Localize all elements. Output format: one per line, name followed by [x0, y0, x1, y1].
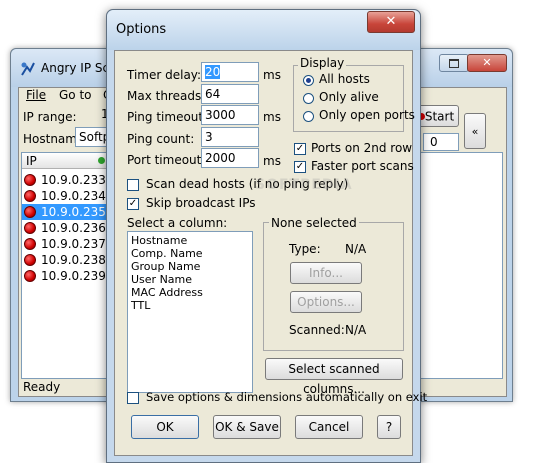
- column-list-item[interactable]: Comp. Name: [131, 247, 203, 260]
- help-button[interactable]: ?: [377, 415, 401, 439]
- options-button[interactable]: Options...: [290, 291, 362, 313]
- none-selected-title: None selected: [269, 216, 359, 230]
- ping-timeout-label: Ping timeout:: [127, 110, 208, 124]
- menu-goto[interactable]: Go to: [59, 88, 92, 102]
- ping-count-label: Ping count:: [127, 132, 195, 146]
- skip-broadcast-checkbox[interactable]: ✓: [127, 198, 139, 210]
- sort-icon: [98, 157, 105, 164]
- softpedia-watermark: SOFTPEDIA: [255, 177, 353, 193]
- ip-cell: 10.9.0.233: [41, 173, 106, 187]
- dead-host-icon: [24, 190, 36, 202]
- ping-timeout-input[interactable]: 3000: [201, 105, 259, 125]
- radio-only-open-ports-label[interactable]: Only open ports: [319, 108, 415, 122]
- columns-listbox[interactable]: Hostname Comp. Name Group Name User Name MAC…: [127, 231, 253, 393]
- port-timeout-label: Port timeout:: [127, 153, 206, 167]
- table-row[interactable]: 10.9.0.235: [22, 204, 108, 220]
- start-label: Start: [424, 109, 455, 124]
- radio-all-hosts-label[interactable]: All hosts: [319, 72, 370, 86]
- radio-only-alive-label[interactable]: Only alive: [319, 90, 379, 104]
- app-icon: [20, 61, 36, 77]
- menu-file[interactable]: File: [26, 88, 46, 102]
- cancel-button[interactable]: Cancel: [295, 415, 363, 439]
- info-button[interactable]: Info...: [290, 262, 362, 284]
- ip-cell: 10.9.0.239: [41, 269, 106, 283]
- ip-range-label: IP range:: [23, 110, 77, 124]
- list-header[interactable]: IP: [22, 153, 108, 169]
- dead-host-icon: [24, 222, 36, 234]
- max-threads-input[interactable]: 64: [201, 84, 259, 104]
- counter-field: 0: [423, 133, 459, 151]
- double-chevron-icon: «: [471, 125, 479, 138]
- radio-all-hosts[interactable]: [303, 75, 314, 86]
- ip-cell: 10.9.0.237: [41, 237, 106, 251]
- columns-list-items: Hostname Comp. Name Group Name User Name MAC…: [131, 234, 203, 312]
- close-icon[interactable]: ✕: [367, 11, 415, 33]
- select-column-label: Select a column:: [127, 216, 228, 230]
- max-threads-label: Max threads:: [127, 89, 206, 103]
- radio-only-alive[interactable]: [303, 93, 314, 104]
- ok-button[interactable]: OK: [131, 415, 199, 439]
- bg-close-icon[interactable]: ✕: [467, 54, 507, 72]
- scanned-value: N/A: [345, 323, 367, 337]
- table-row[interactable]: 10.9.0.234: [22, 188, 108, 204]
- table-row[interactable]: 10.9.0.237: [22, 236, 108, 252]
- dialog-client: Timer delay: 20 ms Max threads: 64 Ping …: [114, 50, 427, 456]
- port-timeout-unit: ms: [263, 154, 281, 168]
- type-value: N/A: [345, 242, 367, 256]
- dead-host-icon: [24, 238, 36, 250]
- ip-cell: 10.9.0.236: [41, 221, 106, 235]
- display-group-title: Display: [298, 56, 347, 70]
- radio-only-open-ports[interactable]: [303, 111, 314, 122]
- timer-delay-label: Timer delay:: [127, 68, 202, 82]
- skip-broadcast-label[interactable]: Skip broadcast IPs: [146, 196, 255, 210]
- ip-cell: 10.9.0.238: [41, 253, 106, 267]
- dialog-title: Options: [116, 22, 167, 37]
- dead-host-icon: [24, 206, 36, 218]
- save-options-label[interactable]: Save options & dimensions automatically …: [146, 390, 427, 404]
- select-scanned-columns-button[interactable]: Select scanned columns...: [265, 358, 403, 396]
- timer-delay-value: 20: [205, 65, 221, 79]
- column-list-item[interactable]: TTL: [131, 299, 203, 312]
- table-row[interactable]: 10.9.0.239: [22, 268, 108, 284]
- options-dialog: Options ✕ Timer delay: 20 ms Max threads…: [106, 9, 427, 463]
- column-list-item[interactable]: Hostname: [131, 234, 203, 247]
- ping-timeout-unit: ms: [263, 110, 281, 124]
- ip-cell: 10.9.0.234: [41, 189, 106, 203]
- timer-delay-unit: ms: [263, 68, 281, 82]
- scan-dead-hosts-checkbox[interactable]: [127, 179, 139, 191]
- ip-cell: 10.9.0.235: [41, 205, 106, 219]
- table-row[interactable]: 10.9.0.233: [22, 172, 108, 188]
- dead-host-icon: [24, 254, 36, 266]
- dead-host-icon: [24, 174, 36, 186]
- dialog-titlebar[interactable]: Options ✕: [107, 10, 420, 50]
- column-list-item[interactable]: MAC Address: [131, 286, 203, 299]
- expand-button[interactable]: «: [464, 113, 486, 149]
- bg-maximize-icon[interactable]: [439, 54, 469, 72]
- port-timeout-input[interactable]: 2000: [201, 148, 259, 168]
- faster-port-scans-checkbox[interactable]: ✓: [294, 161, 306, 173]
- scanned-label: Scanned:: [289, 323, 345, 337]
- type-label: Type:: [289, 242, 321, 256]
- save-options-checkbox[interactable]: [127, 392, 139, 404]
- column-list-item[interactable]: User Name: [131, 273, 203, 286]
- ok-save-button[interactable]: OK & Save: [213, 415, 281, 439]
- faster-port-scans-label[interactable]: Faster port scans: [311, 159, 414, 173]
- column-header-ip: IP: [26, 154, 37, 168]
- status-text: Ready: [23, 380, 61, 394]
- column-list-item[interactable]: Group Name: [131, 260, 203, 273]
- table-row[interactable]: 10.9.0.238: [22, 252, 108, 268]
- dead-host-icon: [24, 270, 36, 282]
- ports-2nd-row-label[interactable]: Ports on 2nd row: [311, 141, 412, 155]
- ports-2nd-row-checkbox[interactable]: ✓: [294, 143, 306, 155]
- ping-count-input[interactable]: 3: [201, 127, 259, 147]
- timer-delay-input[interactable]: 20: [201, 62, 259, 82]
- table-row[interactable]: 10.9.0.236: [22, 220, 108, 236]
